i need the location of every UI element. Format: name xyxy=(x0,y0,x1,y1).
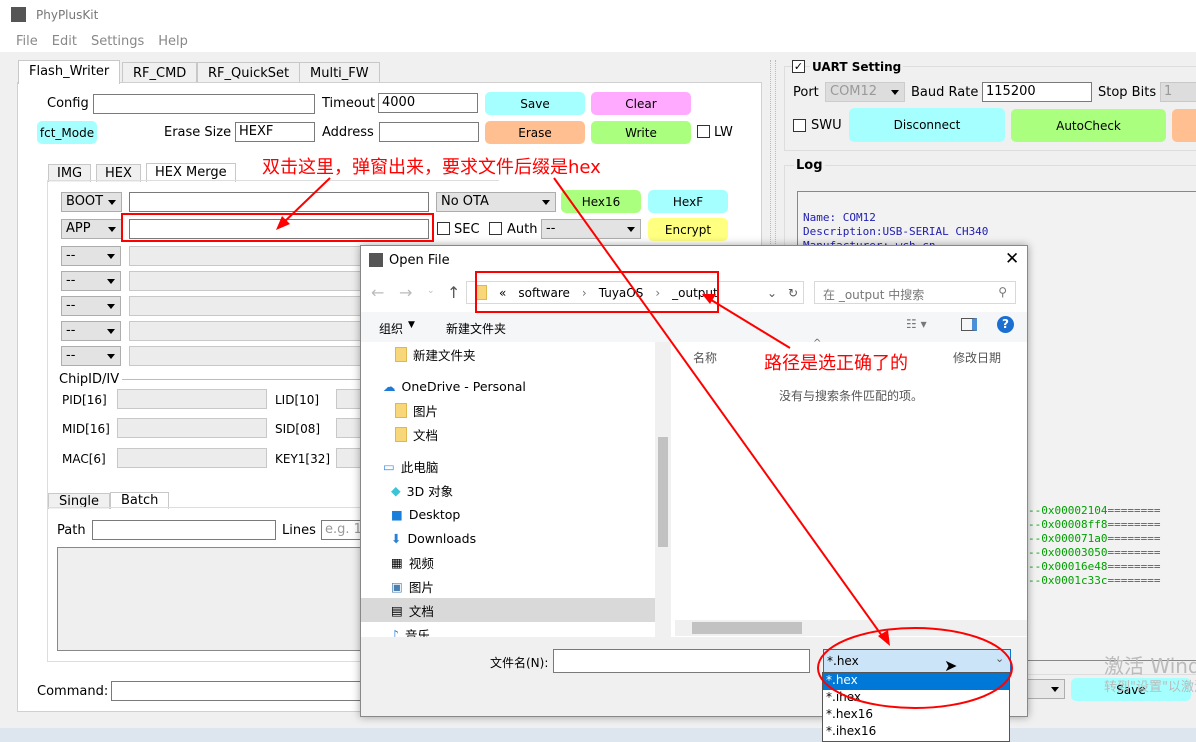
tab-flash-writer[interactable]: Flash_Writer xyxy=(18,60,121,84)
annotation-arrow xyxy=(553,177,886,641)
annotation-arrow xyxy=(279,177,331,227)
annotation-box-path xyxy=(475,271,719,313)
annotation-overlay xyxy=(121,177,1013,709)
annotation-circle-filter xyxy=(817,627,1013,709)
annotation-arrow xyxy=(707,297,791,349)
